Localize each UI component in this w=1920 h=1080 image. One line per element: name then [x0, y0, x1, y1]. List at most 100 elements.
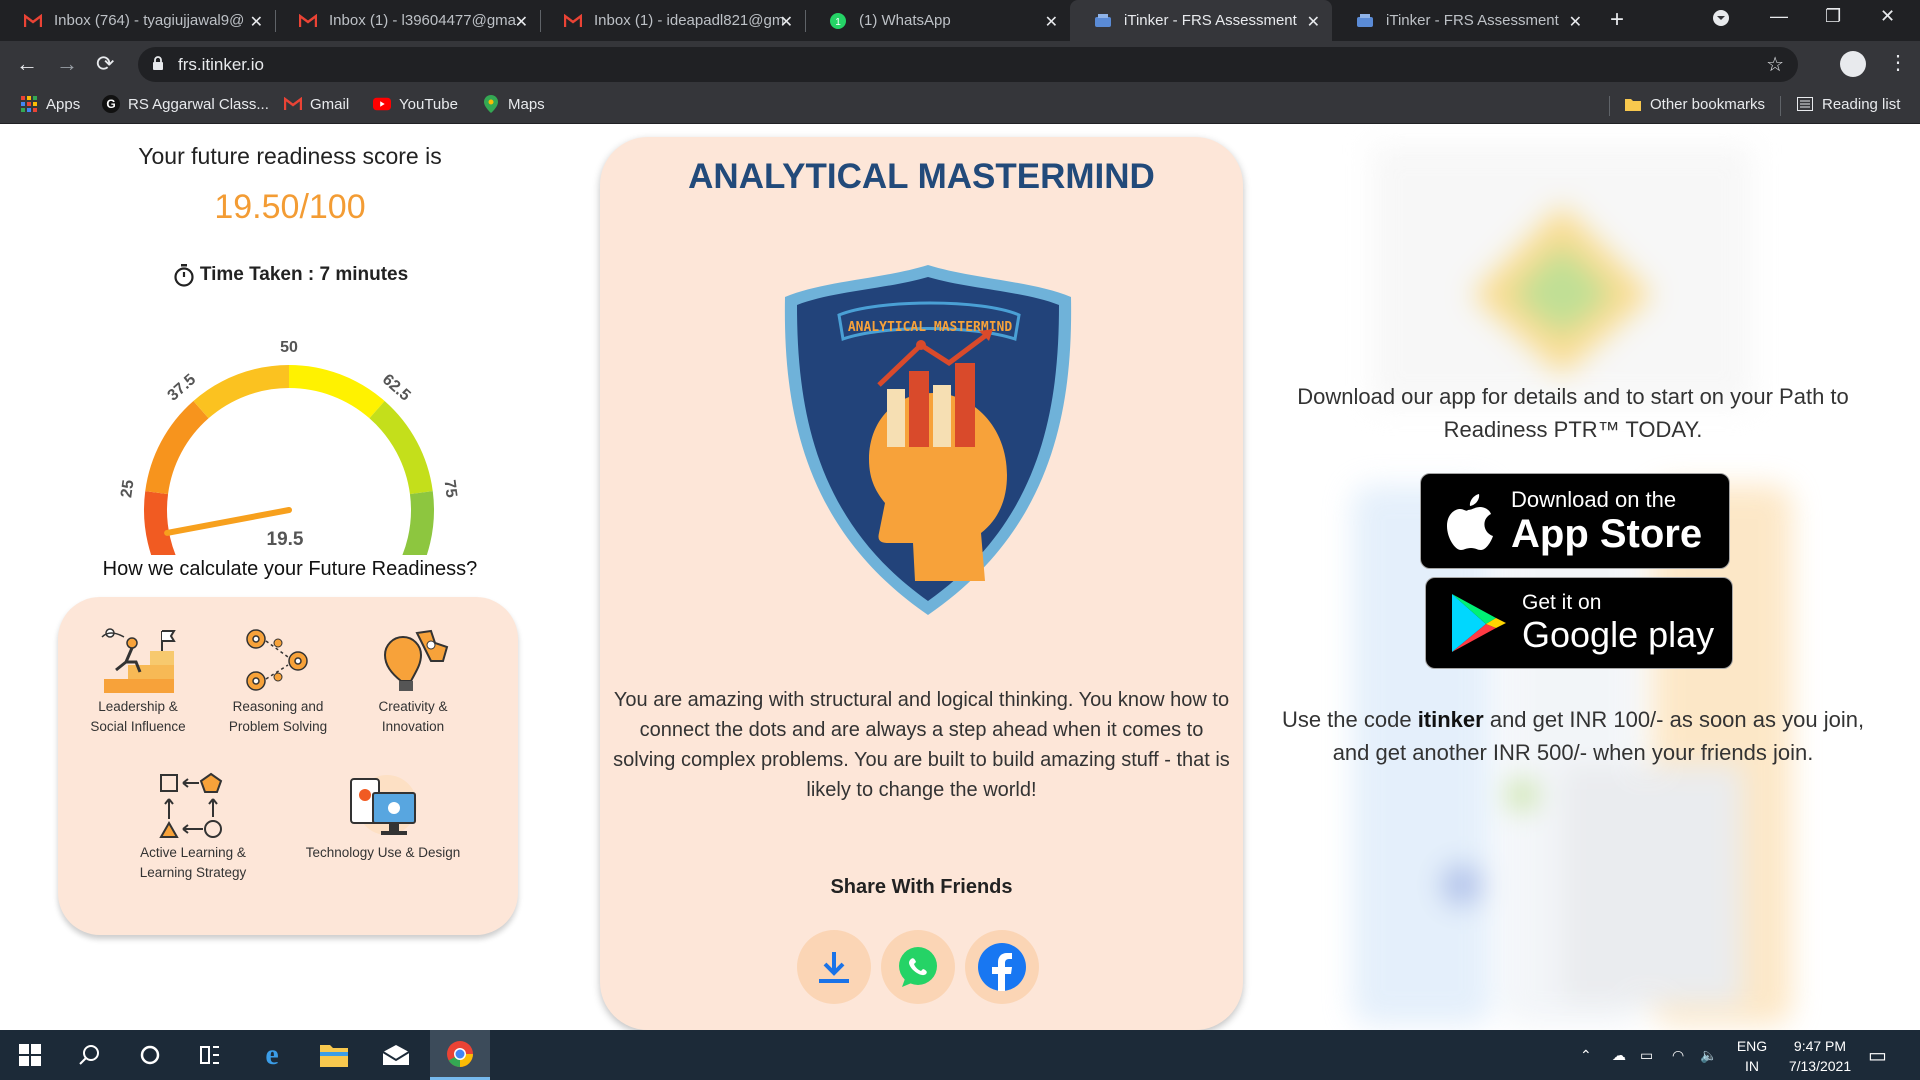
onedrive-icon[interactable]: ☁: [1612, 1030, 1626, 1080]
volume-icon[interactable]: 🔈: [1700, 1030, 1717, 1080]
tab-search-button[interactable]: [1712, 9, 1730, 32]
gauge-segment: [144, 491, 176, 555]
tab-gmail-1[interactable]: Inbox (764) - tyagiujjawal9@ ✕: [0, 0, 275, 41]
tab-gmail-3[interactable]: Inbox (1) - ideapadl821@gm ✕: [540, 0, 805, 41]
profile-avatar[interactable]: [1840, 51, 1866, 77]
clock[interactable]: 9:47 PM 7/13/2021: [1770, 1036, 1870, 1076]
google-play-button[interactable]: Get it on Google play: [1425, 577, 1733, 669]
promo-text-before: Use the code: [1281, 707, 1418, 732]
skill-leadership: Leadership & Social Influence: [88, 625, 188, 737]
chrome-menu-icon[interactable]: ⋮: [1888, 50, 1908, 75]
close-icon[interactable]: ✕: [250, 12, 263, 32]
close-icon[interactable]: ✕: [1569, 12, 1582, 32]
bookmark-label: Gmail: [310, 95, 350, 113]
bookmark-rs-aggarwal[interactable]: G RS Aggarwal Class...: [102, 95, 269, 113]
other-bookmarks[interactable]: Other bookmarks: [1624, 95, 1765, 113]
notifications-icon[interactable]: ▭: [1868, 1030, 1887, 1080]
close-icon[interactable]: ✕: [515, 12, 528, 32]
whatsapp-icon: 1: [829, 12, 847, 30]
cortana-icon: [140, 1045, 160, 1065]
close-icon[interactable]: ✕: [1307, 12, 1320, 32]
reading-list-label: Reading list: [1822, 95, 1901, 113]
gears-icon: [246, 629, 308, 691]
promo-text: Use the code itinker and get INR 100/- a…: [1262, 703, 1884, 769]
bookmark-youtube[interactable]: YouTube: [373, 95, 458, 113]
bookmark-label: Apps: [46, 95, 81, 113]
back-button[interactable]: ←: [16, 51, 38, 77]
search-button[interactable]: [60, 1030, 120, 1080]
restore-button[interactable]: ❐: [1825, 6, 1841, 27]
cortana-button[interactable]: [120, 1030, 180, 1080]
app-store-large-text: App Store: [1511, 512, 1703, 556]
gmail-icon: [564, 12, 582, 30]
bookmark-maps[interactable]: Maps: [482, 95, 545, 113]
skill-label: Active Learning & Learning Strategy: [139, 845, 247, 880]
other-bookmarks-label: Other bookmarks: [1650, 95, 1766, 113]
gauge-segment: [289, 365, 385, 419]
close-window-button[interactable]: ✕: [1880, 6, 1895, 27]
task-view-button[interactable]: [180, 1030, 240, 1080]
bookmark-apps[interactable]: Apps: [20, 95, 80, 113]
battery-icon[interactable]: ▭: [1640, 1030, 1653, 1080]
tab-title: Inbox (1) - l39604477@gma: [329, 12, 517, 29]
page-content: Your future readiness score is 19.50/100…: [0, 125, 1920, 1030]
gauge-tick-label: 25: [118, 479, 137, 499]
address-bar[interactable]: frs.itinker.io ☆: [138, 47, 1798, 82]
mail-button[interactable]: [366, 1030, 426, 1080]
forward-button[interactable]: →: [56, 51, 78, 77]
time-taken-text: Time Taken : 7 minutes: [199, 264, 409, 285]
bookmarks-bar: Apps G RS Aggarwal Class... Gmail YouTub…: [0, 88, 1920, 124]
tab-title: Inbox (764) - tyagiujjawal9@: [54, 12, 244, 29]
score-section: Your future readiness score is 19.50/100…: [0, 125, 580, 1030]
app-store-small-text: Download on the: [1511, 487, 1677, 512]
whatsapp-icon: [899, 947, 937, 987]
start-button[interactable]: [0, 1030, 60, 1080]
youtube-icon: [373, 95, 391, 113]
date-text: 7/13/2021: [1788, 1058, 1852, 1074]
facebook-share-button[interactable]: [965, 930, 1039, 1004]
tab-itinker-2[interactable]: iTinker - FRS Assessment ✕: [1332, 0, 1594, 41]
persona-card: ANALYTICAL MASTERMIND ANALYTICAL MASTERM…: [600, 137, 1243, 1030]
bookmark-label: RS Aggarwal Class...: [128, 95, 269, 113]
tray-chevron-icon[interactable]: ⌃: [1580, 1030, 1592, 1080]
bookmark-star-icon[interactable]: ☆: [1766, 52, 1784, 77]
lang-text: ENG: [1736, 1038, 1768, 1054]
creativity-icon: [383, 629, 449, 691]
reading-list[interactable]: Reading list: [1796, 95, 1900, 113]
edge-button[interactable]: e: [242, 1030, 302, 1080]
skill-label: Leadership & Social Influence: [90, 699, 186, 734]
tab-gmail-2[interactable]: Inbox (1) - l39604477@gma ✕: [275, 0, 540, 41]
windows-logo-icon: [19, 1044, 41, 1066]
wifi-icon[interactable]: ◠: [1672, 1030, 1684, 1080]
reload-button[interactable]: ⟳: [96, 51, 114, 77]
file-explorer-button[interactable]: [304, 1030, 364, 1080]
language-indicator[interactable]: ENG IN: [1732, 1036, 1772, 1076]
close-icon[interactable]: ✕: [780, 12, 793, 32]
technology-icon: [350, 775, 417, 835]
app-store-button[interactable]: Download on the App Store: [1420, 473, 1730, 569]
tab-strip: Inbox (764) - tyagiujjawal9@ ✕ Inbox (1)…: [0, 0, 1920, 41]
whatsapp-share-button[interactable]: [881, 930, 955, 1004]
bookmark-gmail[interactable]: Gmail: [284, 95, 349, 113]
maps-icon: [482, 95, 500, 113]
new-tab-button[interactable]: +: [1610, 6, 1624, 34]
download-icon: [819, 952, 849, 983]
download-button[interactable]: [797, 930, 871, 1004]
tab-itinker-active[interactable]: iTinker - FRS Assessment ✕: [1070, 0, 1332, 41]
folder-icon: [1624, 95, 1642, 113]
gauge-tick-label: 62.5: [379, 371, 414, 404]
minimize-button[interactable]: —: [1770, 6, 1788, 27]
g-icon: G: [102, 95, 120, 113]
tab-whatsapp[interactable]: 1 (1) WhatsApp ✕: [805, 0, 1070, 41]
gauge-tick-label: 50: [280, 339, 298, 356]
time-taken: Time Taken : 7 minutes: [0, 263, 580, 287]
region-text: IN: [1745, 1058, 1759, 1074]
app-promo-section: Download our app for details and to star…: [1262, 125, 1920, 1030]
gauge-tick-label: 75: [441, 479, 460, 499]
google-play-small-text: Get it on: [1522, 591, 1602, 614]
learning-cycle-icon: [159, 772, 223, 838]
close-icon[interactable]: ✕: [1045, 12, 1058, 32]
apple-icon: [1447, 494, 1493, 550]
svg-text:1: 1: [835, 17, 841, 28]
chrome-taskbar-button[interactable]: [430, 1030, 490, 1080]
